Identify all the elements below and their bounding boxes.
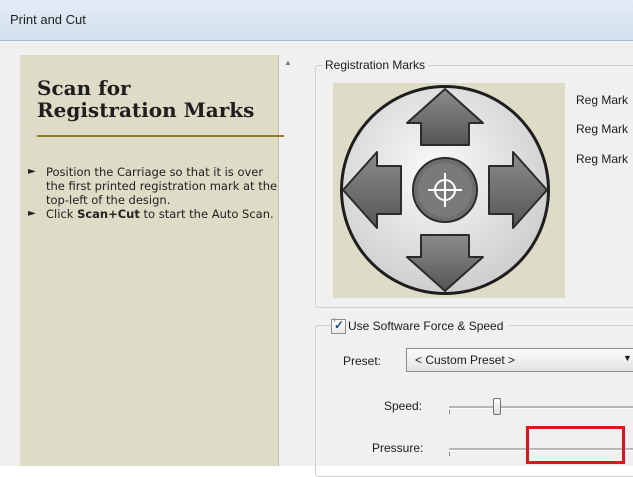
pressure-slider-tick — [449, 452, 450, 456]
highlight-box — [526, 426, 625, 464]
heading-divider — [37, 135, 284, 137]
registration-marks-label: Registration Marks — [322, 58, 429, 72]
preset-select[interactable]: < Custom Preset > ▼ — [406, 348, 633, 372]
joypad-graphic — [340, 85, 550, 295]
help-steps: ► Position the Carriage so that it is ov… — [28, 165, 278, 221]
use-software-force-row[interactable]: ✓ Use Software Force & Speed Use Softwar… — [331, 318, 510, 334]
speed-slider-thumb[interactable] — [493, 398, 501, 415]
help-heading-line2: Registration Marks — [37, 98, 255, 122]
chevron-down-icon[interactable]: ▼ — [623, 353, 632, 363]
registration-joypad — [333, 83, 565, 298]
pressure-label: Pressure: — [372, 441, 424, 455]
help-heading: Scan for Registration Marks — [37, 77, 277, 121]
speed-slider-track[interactable] — [449, 406, 633, 409]
window-title: Print and Cut — [10, 12, 86, 27]
reg-mark-3-label: Reg Mark — [576, 152, 629, 166]
crosshair-icon[interactable] — [412, 157, 478, 223]
help-panel: Scan for Registration Marks ► Position t… — [20, 55, 284, 466]
preset-label: Preset: — [343, 354, 382, 368]
bullet-icon: ► — [28, 208, 36, 219]
help-step-2-prefix: Click — [46, 207, 78, 221]
bullet-icon: ► — [28, 166, 36, 177]
title-bar: Print and Cut — [0, 0, 633, 41]
help-step-1: ► Position the Carriage so that it is ov… — [28, 165, 278, 207]
checkmark-icon: ✓ — [334, 318, 345, 332]
help-heading-line1: Scan for — [37, 76, 131, 100]
help-step-2-bold: Scan+Cut — [77, 207, 140, 221]
reg-mark-2-label: Reg Mark — [576, 122, 629, 136]
reg-mark-1-label: Reg Mark — [576, 93, 629, 107]
scroll-up-arrow-icon[interactable]: ▲ — [284, 58, 292, 67]
use-software-force-checkbox[interactable]: ✓ — [331, 318, 346, 334]
preset-value: < Custom Preset > — [415, 353, 516, 367]
help-step-2: ► Click Scan+Cut to start the Auto Scan. — [28, 207, 278, 221]
help-step-2-suffix: to start the Auto Scan. — [139, 207, 274, 221]
speed-label: Speed: — [384, 399, 423, 413]
speed-slider-tick — [449, 410, 450, 414]
use-software-force-label[interactable]: Use Software Force & Speed — [348, 319, 503, 333]
help-step-1-text: Position the Carriage so that it is over… — [46, 165, 278, 207]
